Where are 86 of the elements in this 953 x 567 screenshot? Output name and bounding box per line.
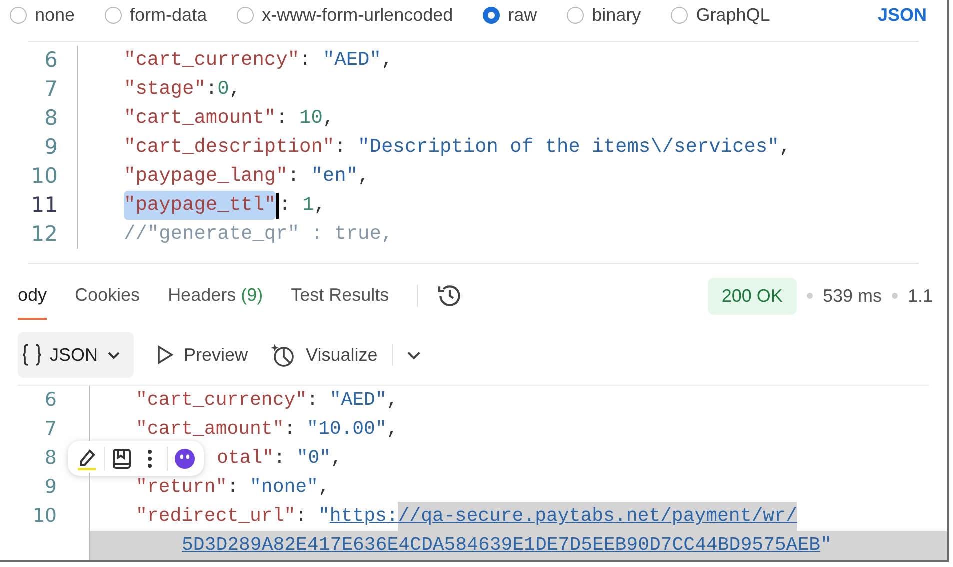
- json-punctuation: :: [279, 192, 292, 218]
- json-string: "10.00": [307, 417, 387, 442]
- json-punctuation: :: [288, 164, 301, 189]
- json-punctuation: ,: [358, 164, 370, 189]
- body-type-radio[interactable]: none: [10, 2, 76, 28]
- status-badge: 200 OK: [708, 278, 797, 314]
- body-type-radio[interactable]: GraphQL: [671, 2, 770, 28]
- json-punctuation: :: [274, 446, 286, 472]
- json-punctuation: ,: [386, 417, 398, 442]
- json-punctuation: :: [296, 504, 308, 530]
- json-key: "return": [136, 473, 228, 502]
- json-punctuation: :: [227, 475, 240, 500]
- line-number: 9: [44, 476, 57, 498]
- play-icon: [156, 345, 174, 365]
- more-vertical-icon[interactable]: [147, 448, 153, 468]
- url-link[interactable]: https:: [330, 502, 398, 531]
- json-string: "AED": [322, 48, 382, 73]
- json-key: "cart_amount": [124, 104, 276, 134]
- line-number: 7: [44, 76, 58, 101]
- line-number: 12: [31, 222, 58, 246]
- line-number: 10: [31, 164, 58, 188]
- response-tab[interactable]: ody: [18, 272, 48, 320]
- json-punctuation: ,: [322, 106, 335, 131]
- json-key: "paypage_ttl": [124, 190, 276, 220]
- line-number: 6: [44, 48, 58, 72]
- tab-count: (9): [241, 284, 264, 307]
- line-number: 6: [44, 389, 57, 412]
- line-number: 8: [44, 447, 57, 470]
- json-punctuation: :: [300, 48, 312, 73]
- json-punctuation: :: [284, 417, 297, 442]
- json-string: "Description of the items\/services": [358, 134, 780, 160]
- body-type-radio[interactable]: x-www-form-urlencoded: [237, 2, 454, 28]
- json-punctuation: :: [307, 388, 320, 414]
- json-punctuation: ,: [386, 388, 398, 414]
- json-string: "0": [296, 446, 332, 472]
- json-punctuation: ,: [229, 76, 242, 102]
- line-number: 8: [44, 106, 58, 130]
- line-number: 10: [32, 505, 57, 528]
- preview-button[interactable]: Preview: [156, 342, 248, 368]
- body-type-radio[interactable]: raw: [483, 2, 538, 28]
- json-punctuation: :: [334, 134, 348, 160]
- url-link[interactable]: 5D3D289A82E417E636E4CDA584639E1DE7D5EEB90D7CC44BD9575AEB: [182, 531, 821, 560]
- visualize-button[interactable]: Visualize: [270, 342, 378, 368]
- response-time: 539 ms: [822, 284, 882, 308]
- url-link[interactable]: //qa-secure.paytabs.net/payment/wr/: [398, 502, 798, 531]
- response-tab[interactable]: Headers (9): [168, 272, 264, 320]
- json-number: 1: [302, 192, 314, 218]
- json-key: "cart_currency": [124, 46, 300, 76]
- json-punctuation: ,: [314, 192, 326, 218]
- json-punctuation: :: [206, 76, 218, 102]
- json-punctuation: ,: [318, 475, 330, 500]
- json-number: 0: [218, 76, 230, 102]
- json-string: "AED": [330, 388, 387, 414]
- json-key: otal": [217, 444, 274, 473]
- json-string: "none": [250, 475, 318, 500]
- response-tab[interactable]: Test Results: [291, 272, 390, 320]
- code-comment: //"generate_qr" : true,: [124, 222, 394, 247]
- json-string: ": [820, 533, 832, 558]
- sparkle-chart-icon: [270, 342, 296, 368]
- braces-icon: [22, 343, 42, 367]
- json-string: ": [318, 504, 330, 530]
- response-tab[interactable]: Cookies: [75, 272, 140, 320]
- json-string: "en": [311, 164, 358, 189]
- json-number: 10: [300, 106, 323, 131]
- json-punctuation: ,: [381, 48, 394, 73]
- json-key: "redirect_url": [136, 502, 296, 531]
- body-type-radio[interactable]: form-data: [105, 2, 208, 28]
- body-type-radio[interactable]: binary: [567, 2, 642, 28]
- json-key: "cart_currency": [136, 386, 308, 415]
- json-punctuation: ,: [331, 446, 342, 472]
- notebook-icon[interactable]: [111, 448, 133, 470]
- line-number: 7: [44, 418, 57, 440]
- format-dropdown[interactable]: JSON: [18, 332, 134, 378]
- body-format-dropdown[interactable]: JSON: [878, 2, 927, 28]
- json-key: "paypage_lang": [124, 162, 288, 192]
- text-cursor: [276, 192, 280, 218]
- json-punctuation: :: [276, 106, 289, 131]
- response-size: 1.1: [908, 284, 933, 308]
- json-key: "stage": [124, 74, 206, 104]
- line-number: 9: [44, 134, 58, 159]
- json-key: "cart_amount": [136, 415, 284, 444]
- json-punctuation: ,: [779, 134, 792, 160]
- highlighter-icon[interactable]: [76, 446, 98, 470]
- json-key: "cart_description": [124, 132, 335, 162]
- assistant-face-icon[interactable]: [174, 448, 196, 470]
- line-number: 11: [31, 192, 58, 217]
